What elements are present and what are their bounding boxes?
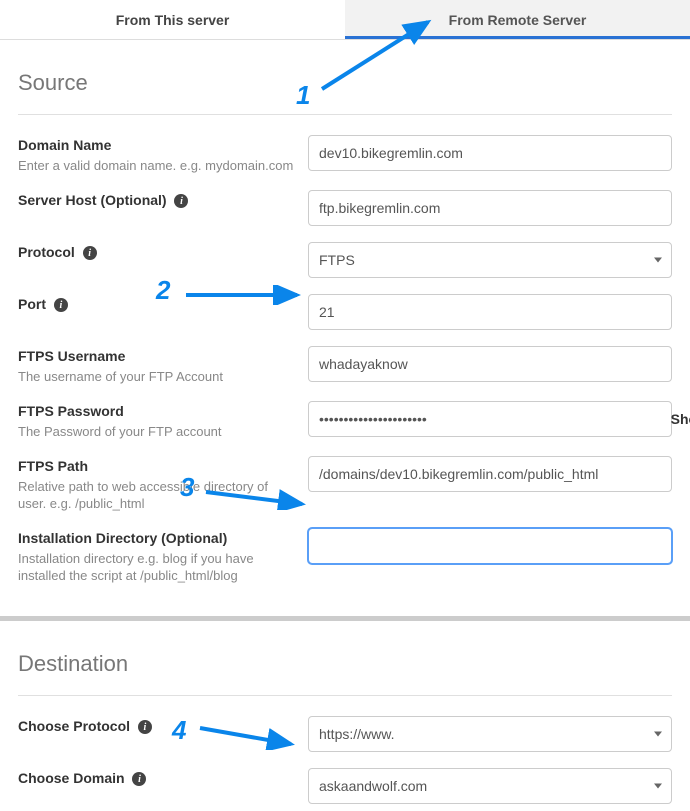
divider <box>18 114 672 115</box>
row-server-host: Server Host (Optional) i <box>18 190 672 226</box>
password-input[interactable] <box>308 401 672 437</box>
source-title: Source <box>18 70 672 96</box>
protocol-select[interactable]: FTPS <box>308 242 672 278</box>
tab-remote-server[interactable]: From Remote Server <box>345 0 690 39</box>
server-host-label: Server Host (Optional) <box>18 192 167 208</box>
source-section: Source Domain Name Enter a valid domain … <box>0 70 690 584</box>
info-icon[interactable]: i <box>138 720 152 734</box>
row-path: FTPS Path Relative path to web accessibl… <box>18 456 672 512</box>
info-icon[interactable]: i <box>83 246 97 260</box>
protocol-label: Protocol <box>18 244 75 260</box>
username-input[interactable] <box>308 346 672 382</box>
server-host-input[interactable] <box>308 190 672 226</box>
row-port: Port i <box>18 294 672 330</box>
row-choose-domain: Choose Domain i askaandwolf.com <box>18 768 672 804</box>
row-domain-name: Domain Name Enter a valid domain name. e… <box>18 135 672 174</box>
path-input[interactable] <box>308 456 672 492</box>
port-label: Port <box>18 296 46 312</box>
password-hint: The Password of your FTP account <box>18 423 296 440</box>
installdir-label: Installation Directory (Optional) <box>18 528 296 548</box>
choose-protocol-label: Choose Protocol <box>18 718 130 734</box>
row-protocol: Protocol i FTPS <box>18 242 672 278</box>
domain-name-label: Domain Name <box>18 135 296 155</box>
username-hint: The username of your FTP Account <box>18 368 296 385</box>
installdir-hint: Installation directory e.g. blog if you … <box>18 550 296 584</box>
row-password: FTPS Password The Password of your FTP a… <box>18 401 672 440</box>
tabs: From This server From Remote Server <box>0 0 690 40</box>
row-installdir: Installation Directory (Optional) Instal… <box>18 528 672 584</box>
choose-protocol-select[interactable]: https://www. <box>308 716 672 752</box>
username-label: FTPS Username <box>18 346 296 366</box>
domain-name-input[interactable] <box>308 135 672 171</box>
row-choose-protocol: Choose Protocol i https://www. <box>18 716 672 752</box>
show-password-toggle[interactable]: Show <box>671 401 690 437</box>
info-icon[interactable]: i <box>54 298 68 312</box>
path-label: FTPS Path <box>18 456 296 476</box>
info-icon[interactable]: i <box>174 194 188 208</box>
info-icon[interactable]: i <box>132 772 146 786</box>
domain-name-hint: Enter a valid domain name. e.g. mydomain… <box>18 157 296 174</box>
port-input[interactable] <box>308 294 672 330</box>
choose-domain-select[interactable]: askaandwolf.com <box>308 768 672 804</box>
path-hint: Relative path to web accessible director… <box>18 478 296 512</box>
divider <box>18 695 672 696</box>
row-username: FTPS Username The username of your FTP A… <box>18 346 672 385</box>
destination-section: Destination Choose Protocol i https://ww… <box>0 651 690 804</box>
section-divider <box>0 616 690 621</box>
choose-domain-label: Choose Domain <box>18 770 125 786</box>
destination-title: Destination <box>18 651 672 677</box>
tab-this-server[interactable]: From This server <box>0 0 345 39</box>
password-label: FTPS Password <box>18 401 296 421</box>
installdir-input[interactable] <box>308 528 672 564</box>
